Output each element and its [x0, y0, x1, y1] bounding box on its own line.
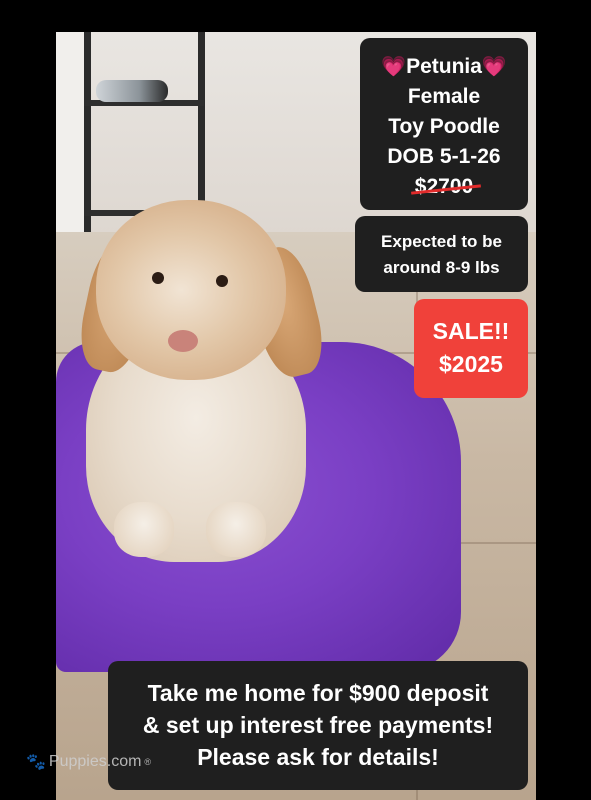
deposit-line-3: Please ask for details!	[197, 744, 439, 770]
puppy-eye-left	[152, 272, 164, 284]
wall	[56, 32, 86, 232]
sex-text: Female	[407, 85, 481, 108]
breed-text: Toy Poodle	[388, 115, 500, 138]
deposit-line-1: Take me home for $900 deposit	[147, 680, 489, 706]
weight-box: Expected to be around 8-9 lbs	[355, 216, 528, 292]
dob-text: DOB 5-1-26	[387, 145, 501, 168]
weight-line-1: Expected to be	[381, 232, 502, 251]
puppy-paw-left	[114, 502, 174, 557]
original-price: $2700	[415, 172, 473, 202]
puppy-nose	[168, 330, 198, 352]
watermark-text: Puppies.com	[48, 753, 142, 770]
registered-mark: ®	[144, 757, 152, 767]
info-box: 💗Petunia💗 Female Toy Poodle DOB 5-1-26 $…	[360, 38, 528, 210]
heart-icon: 💗	[381, 56, 407, 78]
puppy-eye-right	[216, 275, 228, 287]
deposit-line-2: & set up interest free payments!	[142, 712, 494, 738]
heart-icon: 💗	[481, 56, 507, 78]
puppies-watermark: 🐾 Puppies.com ®	[26, 752, 151, 772]
shelf-items	[96, 80, 168, 102]
photo-frame: 💗Petunia💗 Female Toy Poodle DOB 5-1-26 $…	[0, 0, 591, 800]
name-line: 💗Petunia💗	[360, 52, 528, 82]
weight-line-2: around 8-9 lbs	[383, 258, 500, 277]
sale-badge: SALE!! $2025	[414, 299, 528, 398]
shelf-post-left	[84, 32, 91, 232]
deposit-box: Take me home for $900 deposit & set up i…	[108, 661, 528, 790]
puppy-head	[96, 200, 286, 380]
sale-price: $2025	[439, 351, 503, 377]
paw-icon: 🐾	[26, 754, 46, 771]
puppy-name: Petunia	[406, 55, 482, 78]
puppy-paw-right	[206, 502, 266, 557]
sale-label: SALE!!	[432, 318, 510, 344]
